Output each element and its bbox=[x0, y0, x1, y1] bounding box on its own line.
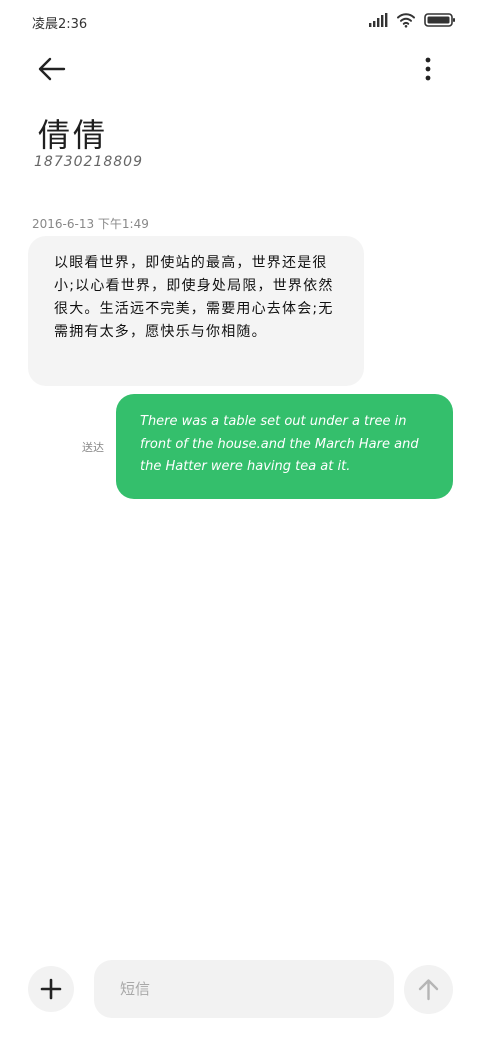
battery-icon bbox=[424, 13, 455, 27]
send-button[interactable] bbox=[404, 965, 453, 1014]
arrow-up-icon bbox=[418, 979, 439, 1001]
incoming-message-text: 以眼看世界，即使站的最高，世界还是很小;以心看世界，即使身处局限，世界依然很大。… bbox=[54, 255, 334, 340]
add-attachment-button[interactable] bbox=[28, 966, 74, 1012]
status-bar: 凌晨2:36 bbox=[0, 0, 480, 44]
message-timestamp: 2016-6-13 下午1:49 bbox=[32, 217, 149, 231]
incoming-message-bubble[interactable]: 以眼看世界，即使站的最高，世界还是很小;以心看世界，即使身处局限，世界依然很大。… bbox=[28, 236, 364, 386]
contact-name: 倩倩 bbox=[38, 116, 109, 154]
contact-number: 18730218809 bbox=[34, 154, 143, 170]
arrow-left-icon bbox=[38, 57, 66, 81]
status-icons bbox=[368, 12, 456, 28]
more-vertical-icon bbox=[425, 57, 431, 81]
plus-icon bbox=[40, 978, 62, 1000]
delivery-status: 送达 bbox=[82, 441, 104, 454]
outgoing-message-text: There was a table set out under a tree i… bbox=[140, 414, 419, 474]
compose-bar bbox=[0, 958, 480, 1020]
signal-icon bbox=[369, 13, 388, 27]
wifi-icon bbox=[397, 13, 415, 28]
status-time: 凌晨2:36 bbox=[32, 17, 88, 32]
outgoing-message-bubble[interactable]: There was a table set out under a tree i… bbox=[116, 394, 453, 499]
more-options-button[interactable] bbox=[412, 50, 444, 88]
message-input[interactable] bbox=[94, 960, 394, 1018]
back-button[interactable] bbox=[30, 50, 74, 88]
